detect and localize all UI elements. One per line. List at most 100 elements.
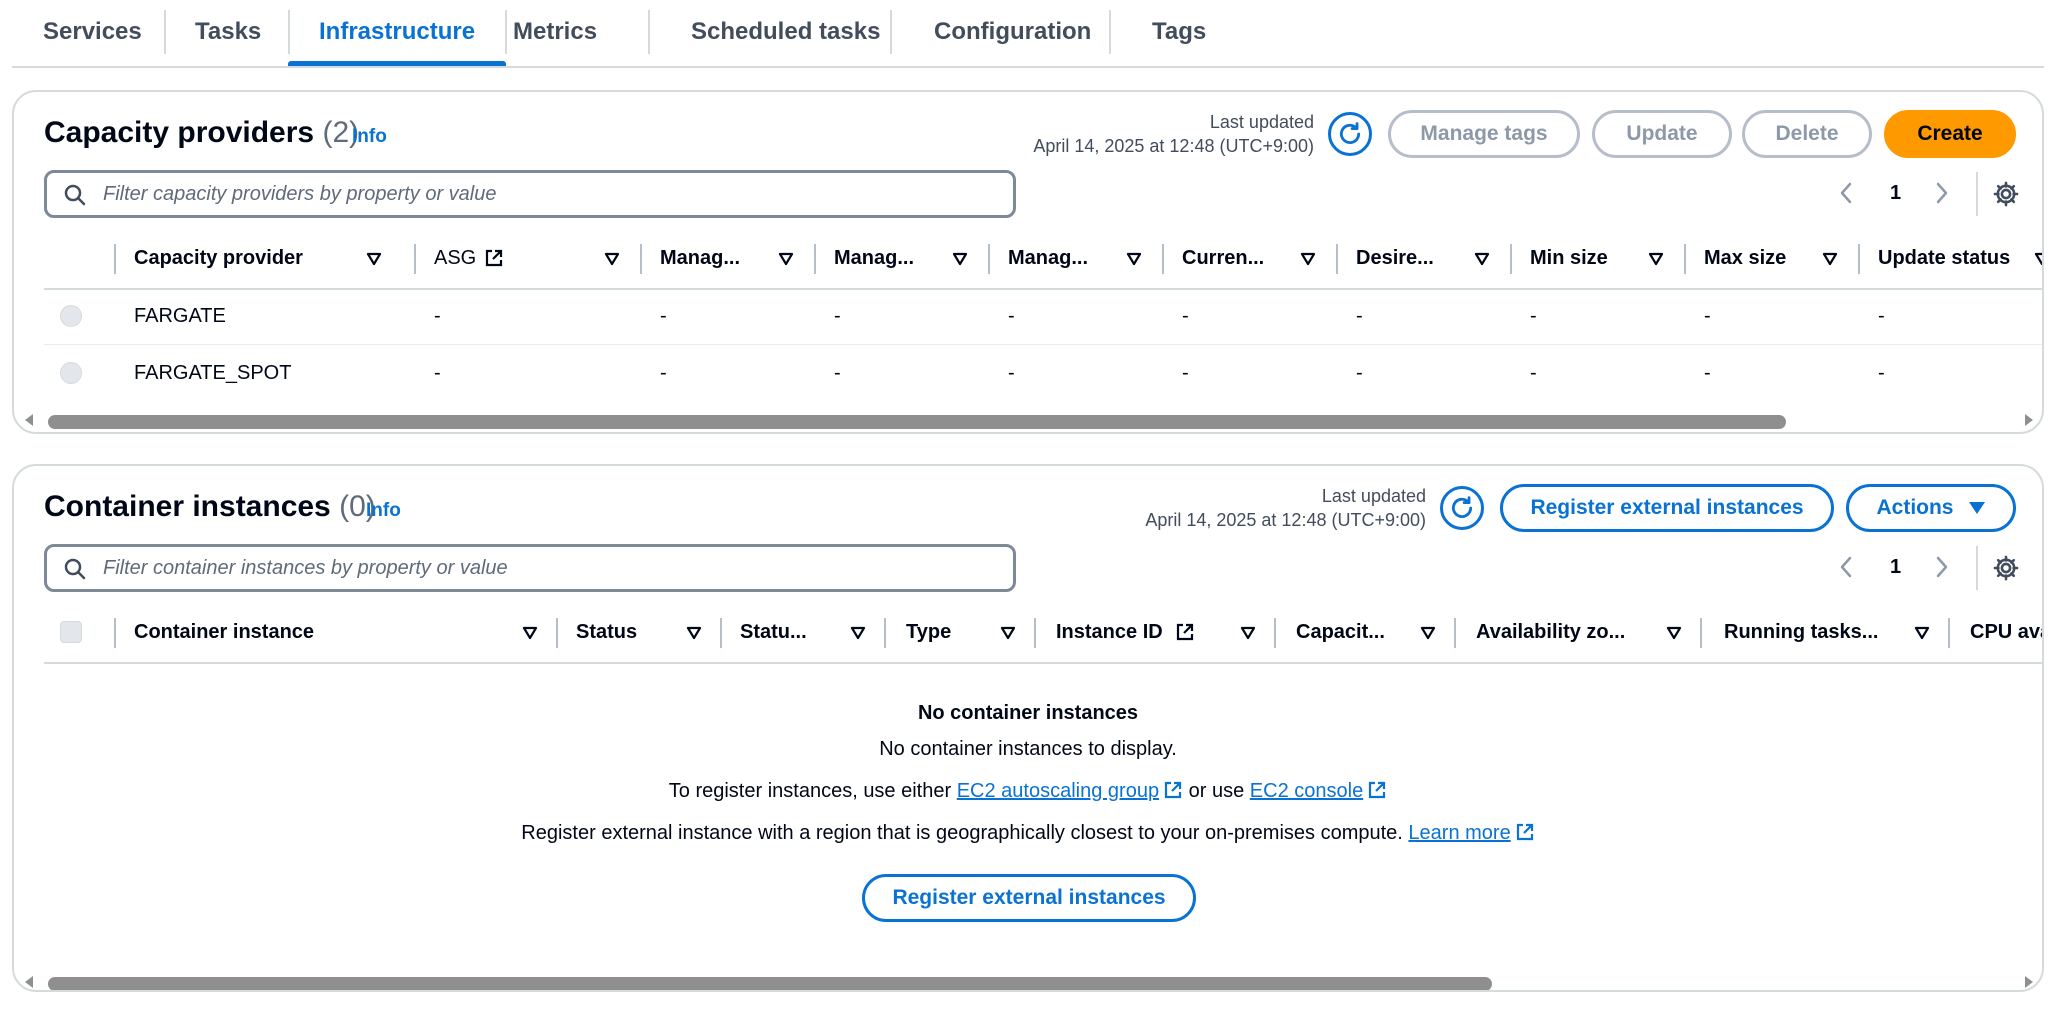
sort-icon[interactable]: [1666, 625, 1682, 641]
column-header[interactable]: ASG: [434, 230, 504, 286]
tab-services[interactable]: Services: [12, 0, 173, 64]
scrollbar-thumb[interactable]: [48, 415, 1786, 429]
horizontal-scrollbar[interactable]: [14, 972, 2042, 990]
table-cell: -: [434, 361, 441, 384]
previous-page-button[interactable]: [1836, 552, 1856, 582]
next-page-button[interactable]: [1932, 178, 1952, 208]
scroll-right-icon[interactable]: [2024, 975, 2034, 989]
refresh-button[interactable]: [1328, 112, 1372, 156]
sort-icon[interactable]: [1126, 251, 1142, 267]
manage-tags-button[interactable]: Manage tags: [1388, 110, 1580, 158]
delete-button[interactable]: Delete: [1742, 110, 1872, 158]
column-divider: [1336, 244, 1338, 274]
filter-input[interactable]: Filter container instances by property o…: [44, 544, 1016, 592]
last-updated-value: April 14, 2025 at 12:48 (UTC+9:00): [1145, 510, 1426, 530]
column-header[interactable]: Min size: [1530, 230, 1608, 286]
column-header[interactable]: Running tasks...: [1724, 604, 1878, 660]
scrollbar-thumb[interactable]: [48, 977, 1492, 990]
info-link[interactable]: Info: [366, 500, 401, 522]
ec2-console-link[interactable]: EC2 console: [1250, 780, 1363, 802]
ec2-autoscaling-group-link[interactable]: EC2 autoscaling group: [957, 780, 1159, 802]
horizontal-scrollbar[interactable]: [14, 410, 2042, 430]
gear-icon[interactable]: [1992, 554, 2020, 582]
table-row[interactable]: FARGATE - - - - - - - - -: [44, 288, 2042, 345]
filter-input[interactable]: Filter capacity providers by property or…: [44, 170, 1016, 218]
column-header[interactable]: Type: [906, 604, 951, 660]
tab-scheduled-tasks[interactable]: Scheduled tasks: [660, 0, 911, 64]
column-header[interactable]: Capacit...: [1296, 604, 1385, 660]
column-divider: [556, 618, 558, 648]
title-text: Capacity providers: [44, 116, 315, 149]
sort-icon[interactable]: [686, 625, 702, 641]
tab-tags[interactable]: Tags: [1121, 0, 1237, 64]
previous-page-button[interactable]: [1836, 178, 1856, 208]
column-header[interactable]: Desire...: [1356, 230, 1434, 286]
filter-placeholder: Filter container instances by property o…: [103, 556, 508, 579]
tab-tasks[interactable]: Tasks: [164, 0, 292, 64]
create-button[interactable]: Create: [1884, 110, 2016, 158]
column-header[interactable]: CPU ava: [1970, 604, 2042, 660]
tab-divider: [648, 10, 650, 54]
column-header[interactable]: Status: [576, 604, 637, 660]
sort-icon[interactable]: [1474, 251, 1490, 267]
column-header[interactable]: Availability zo...: [1476, 604, 1625, 660]
scroll-right-icon[interactable]: [2024, 413, 2034, 427]
column-header[interactable]: Manag...: [1008, 230, 1088, 286]
info-link[interactable]: Info: [352, 126, 387, 148]
sort-icon[interactable]: [850, 625, 866, 641]
learn-more-link[interactable]: Learn more: [1408, 822, 1510, 844]
row-radio[interactable]: [60, 305, 82, 327]
sort-icon[interactable]: [1240, 625, 1256, 641]
search-icon: [64, 184, 86, 206]
register-external-instances-button[interactable]: Register external instances: [1500, 484, 1834, 532]
update-button[interactable]: Update: [1592, 110, 1732, 158]
tab-configuration[interactable]: Configuration: [903, 0, 1122, 64]
last-updated-label: Last updated: [1209, 112, 1314, 132]
sort-icon[interactable]: [2034, 251, 2044, 267]
next-page-button[interactable]: [1932, 552, 1952, 582]
table-header: Container instance Status Statu... Type …: [44, 604, 2042, 664]
actions-dropdown-button[interactable]: Actions: [1846, 484, 2016, 532]
page-number[interactable]: 1: [1890, 182, 1901, 205]
sort-icon[interactable]: [952, 251, 968, 267]
sort-icon[interactable]: [1648, 251, 1664, 267]
column-header[interactable]: Max size: [1704, 230, 1786, 286]
select-all-checkbox[interactable]: [60, 621, 82, 643]
sort-icon[interactable]: [604, 251, 620, 267]
column-header[interactable]: Container instance: [134, 604, 314, 660]
sort-icon[interactable]: [522, 625, 538, 641]
sort-icon[interactable]: [778, 251, 794, 267]
scroll-left-icon[interactable]: [24, 413, 34, 427]
refresh-button[interactable]: [1440, 486, 1484, 530]
table-row[interactable]: FARGATE_SPOT - - - - - - - - -: [44, 345, 2042, 401]
register-text: or use: [1188, 780, 1245, 802]
sort-icon[interactable]: [1000, 625, 1016, 641]
table-cell: -: [1530, 361, 1537, 384]
external-link-icon: [1164, 781, 1182, 799]
column-header[interactable]: Capacity provider: [134, 230, 303, 286]
column-header[interactable]: Statu...: [740, 604, 807, 660]
sort-icon[interactable]: [1300, 251, 1316, 267]
column-header[interactable]: Update status: [1878, 230, 2010, 286]
row-radio[interactable]: [60, 362, 82, 384]
capacity-providers-panel: Capacity providers (2) Info Last updated…: [12, 90, 2044, 434]
column-header[interactable]: Curren...: [1182, 230, 1264, 286]
column-divider: [1034, 618, 1036, 648]
column-header-text: ASG: [434, 246, 477, 269]
tab-metrics[interactable]: Metrics: [482, 0, 628, 64]
column-header[interactable]: Instance ID: [1056, 604, 1195, 660]
sort-icon[interactable]: [366, 251, 382, 267]
column-header[interactable]: Manag...: [834, 230, 914, 286]
gear-icon[interactable]: [1992, 180, 2020, 208]
sort-icon[interactable]: [1420, 625, 1436, 641]
sort-icon[interactable]: [1822, 251, 1838, 267]
sort-icon[interactable]: [1914, 625, 1930, 641]
empty-state-heading: No container instances: [917, 702, 1139, 724]
tab-infrastructure[interactable]: Infrastructure: [288, 0, 507, 66]
page-number[interactable]: 1: [1890, 556, 1901, 579]
table-cell: -: [834, 304, 841, 327]
empty-state-line-external: Register external instance with a region…: [14, 822, 2042, 845]
column-header[interactable]: Manag...: [660, 230, 740, 286]
register-external-instances-empty-button[interactable]: Register external instances: [862, 874, 1196, 922]
scroll-left-icon[interactable]: [24, 975, 34, 989]
